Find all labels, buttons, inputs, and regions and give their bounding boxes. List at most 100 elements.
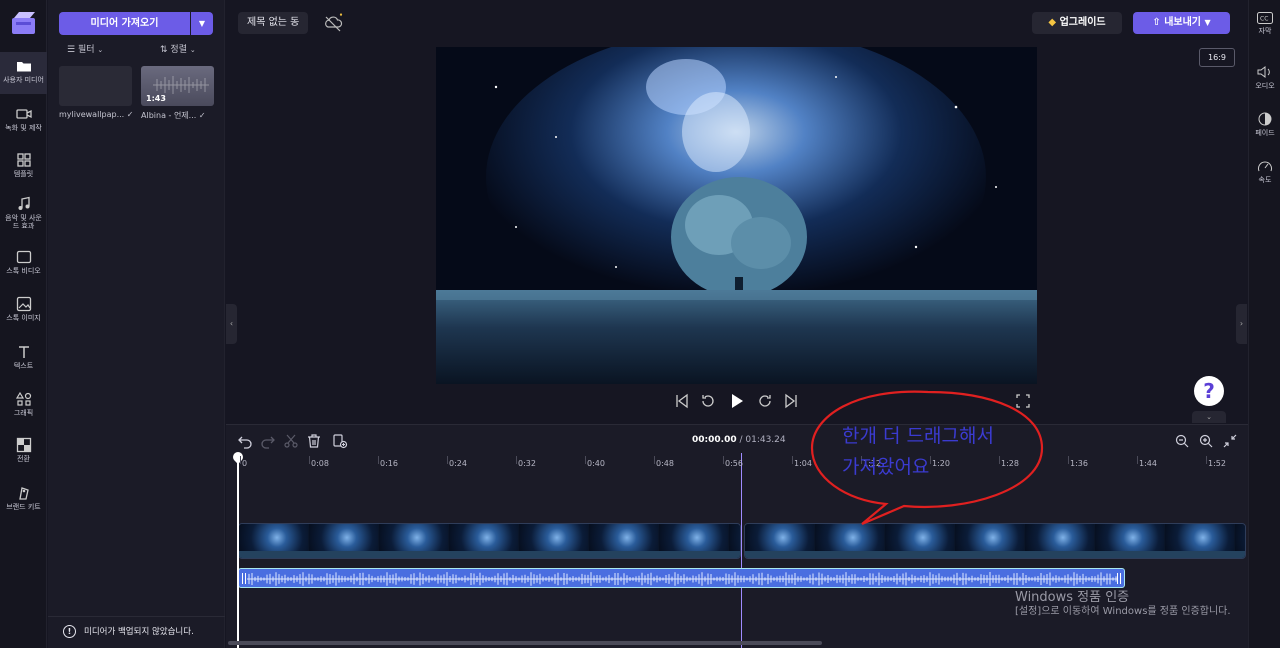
- ruler-tick: [516, 456, 517, 464]
- media-item-label: mylivewallpap... ✓: [59, 110, 134, 119]
- video-clip[interactable]: [238, 523, 741, 559]
- redo-icon[interactable]: [260, 433, 276, 449]
- import-dropdown-button[interactable]: ▼: [191, 12, 213, 35]
- annotation-line-1: 한개 더 드래그해서: [842, 425, 994, 447]
- captions-icon: CC: [1257, 12, 1273, 24]
- audio-waveform: [247, 572, 1117, 586]
- media-thumbnail-audio[interactable]: 1:43: [141, 66, 214, 106]
- rail-item-record-create[interactable]: 녹화 및 제작: [0, 100, 47, 144]
- collapse-help-button[interactable]: ⌄: [1192, 411, 1226, 423]
- ruler-tick-label: 0:24: [449, 459, 467, 468]
- export-button[interactable]: ⇧ 내보내기 ▼: [1133, 12, 1230, 34]
- fit-timeline-icon[interactable]: [1222, 433, 1238, 449]
- rewind-5s-icon[interactable]: [700, 392, 716, 410]
- left-rail: 사용자 미디어 녹화 및 제작 템플릿 음악 및 사운드 효과 스톡 비디오 스…: [0, 0, 47, 648]
- rp-item-captions[interactable]: CC 자막: [1249, 12, 1280, 36]
- ruler-tick: [309, 456, 310, 464]
- video-clip[interactable]: [744, 523, 1246, 559]
- ruler-tick: [1137, 456, 1138, 464]
- rail-item-stock-images[interactable]: 스톡 이미지: [0, 290, 47, 334]
- media-thumbnail-video[interactable]: [59, 66, 132, 106]
- ruler-tick-label: 0:48: [656, 459, 674, 468]
- ruler-tick-label: 0:56: [725, 459, 743, 468]
- playhead[interactable]: [237, 453, 239, 648]
- check-icon: ✓: [126, 110, 134, 119]
- project-title[interactable]: 제목 없는 동: [238, 12, 309, 34]
- folder-icon: [16, 62, 31, 72]
- clip-trim-handle-left[interactable]: [242, 573, 246, 584]
- skip-forward-icon[interactable]: [784, 392, 798, 410]
- collapse-right-panel-button[interactable]: ›: [1236, 304, 1247, 344]
- timecode: 00:00.00 / 01:43.24: [692, 435, 786, 445]
- ruler-tick: [1206, 456, 1207, 464]
- backup-notice[interactable]: ! 미디어가 백업되지 않았습니다.: [48, 616, 225, 648]
- rail-item-brand-kit[interactable]: 브랜드 키트: [0, 479, 47, 523]
- ruler-tick-label: 0:08: [311, 459, 329, 468]
- ruler-tick-label: 0:40: [587, 459, 605, 468]
- preview-image: [436, 47, 1037, 384]
- collapse-left-panel-button[interactable]: ‹: [226, 304, 237, 344]
- rail-item-transitions[interactable]: 전환: [0, 431, 47, 475]
- ruler-tick-label: 1:36: [1070, 459, 1088, 468]
- ruler-tick: [447, 456, 448, 464]
- fade-icon: [1258, 112, 1272, 126]
- audio-icon: [1257, 66, 1270, 78]
- audio-clip[interactable]: [238, 568, 1125, 588]
- ruler-tick: [1068, 456, 1069, 464]
- drag-marker-line: [741, 453, 742, 648]
- rail-item-templates[interactable]: 템플릿: [0, 146, 47, 190]
- rail-item-stock-video[interactable]: 스톡 비디오: [0, 243, 47, 287]
- clip-frame-ground: [239, 551, 740, 558]
- ruler-tick: [792, 456, 793, 464]
- help-button[interactable]: ?: [1194, 376, 1224, 406]
- check-icon: ✓: [198, 111, 206, 120]
- transition-icon: [16, 437, 31, 453]
- rp-item-audio[interactable]: 오디오: [1249, 65, 1280, 91]
- rail-item-music-sfx[interactable]: 음악 및 사운드 효과: [0, 190, 47, 236]
- play-icon[interactable]: [729, 392, 745, 410]
- forward-5s-icon[interactable]: [757, 392, 773, 410]
- rp-item-fade[interactable]: 페이드: [1249, 112, 1280, 138]
- sort-label: 정렬: [170, 45, 187, 55]
- ruler-tick: [585, 456, 586, 464]
- rail-item-your-media[interactable]: 사용자 미디어: [0, 52, 47, 94]
- undo-icon[interactable]: [237, 433, 253, 449]
- diamond-icon: ◆: [1048, 17, 1057, 28]
- zoom-out-icon[interactable]: [1174, 433, 1190, 449]
- filter-button[interactable]: ☰ 필터 ⌄: [67, 42, 103, 55]
- sort-button[interactable]: ⇅ 정렬 ⌄: [160, 42, 196, 55]
- delete-icon[interactable]: [306, 433, 322, 449]
- upgrade-button[interactable]: ◆ 업그레이드: [1032, 12, 1122, 34]
- ruler-tick: [378, 456, 379, 464]
- import-media-button[interactable]: 미디어 가져오기: [59, 12, 190, 35]
- ruler-tick: [723, 456, 724, 464]
- aspect-ratio-button[interactable]: 16:9: [1199, 48, 1235, 67]
- video-preview[interactable]: [436, 47, 1037, 384]
- filter-icon: ☰: [67, 45, 76, 55]
- total-time: / 01:43.24: [739, 435, 786, 445]
- music-icon: [18, 196, 30, 210]
- skip-back-icon[interactable]: [675, 392, 689, 410]
- upload-icon: ⇧: [1152, 17, 1161, 28]
- cloud-off-icon[interactable]: [322, 12, 346, 34]
- ruler-tick-label: 1:52: [1208, 459, 1226, 468]
- rail-item-text[interactable]: 텍스트: [0, 338, 47, 382]
- clipchamp-logo: [12, 12, 35, 34]
- annotation-text: 한개 더 드래그해서 가져왔어요: [842, 421, 994, 483]
- backup-text: 미디어가 백업되지 않았습니다.: [84, 627, 194, 637]
- media-panel: 미디어 가져오기 ▼ ☰ 필터 ⌄ ⇅ 정렬 ⌄ 1:43 mylivewall…: [48, 0, 225, 648]
- waveform-icon: [153, 76, 209, 94]
- sort-icon: ⇅: [160, 45, 168, 55]
- image-icon: [16, 296, 31, 312]
- rail-item-graphics[interactable]: 그래픽: [0, 385, 47, 429]
- clip-trim-handle-right[interactable]: [1117, 573, 1121, 584]
- text-icon: [18, 346, 29, 358]
- zoom-in-icon[interactable]: [1198, 433, 1214, 449]
- add-media-icon[interactable]: [332, 433, 348, 449]
- rp-item-speed[interactable]: 속도: [1249, 159, 1280, 185]
- filter-label: 필터: [77, 45, 95, 55]
- ruler-tick-label: 0:16: [380, 459, 398, 468]
- chevron-down-icon: ⌄: [189, 46, 196, 54]
- scissors-icon[interactable]: [283, 433, 299, 449]
- timeline-scrollbar[interactable]: [228, 641, 822, 645]
